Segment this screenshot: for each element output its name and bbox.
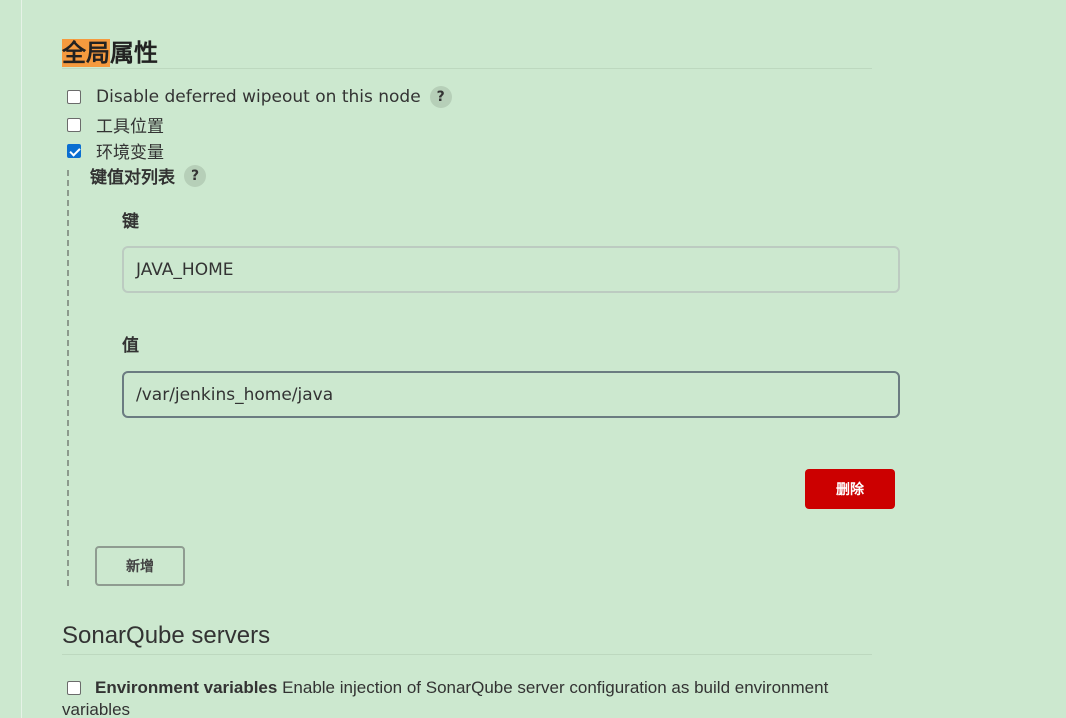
option-environment-variables[interactable]: 环境变量 [67, 138, 164, 163]
config-page: 全局属性 Disable deferred wipeout on this no… [0, 0, 1066, 718]
option-tool-locations[interactable]: 工具位置 [67, 112, 164, 137]
disable-wipeout-checkbox[interactable] [67, 90, 81, 104]
sonarqube-env-variables-option[interactable]: Environment variables Enable injection o… [67, 675, 867, 700]
sonarqube-divider [62, 654, 872, 655]
key-input[interactable]: JAVA_HOME [122, 246, 900, 293]
value-input[interactable]: /var/jenkins_home/java [122, 371, 900, 418]
section-divider [62, 68, 872, 69]
env-variables-label: Environment variables [95, 678, 278, 697]
section-title-sonarqube: SonarQube servers [62, 622, 271, 649]
kv-list-label: 键值对列表 [90, 168, 175, 188]
value-label: 值 [122, 336, 139, 356]
title-highlight: 全局 [62, 39, 110, 67]
help-icon[interactable]: ? [429, 86, 452, 108]
kv-list-heading: 键值对列表 ? [90, 163, 206, 188]
section-title-global-properties: 全局属性 [62, 33, 158, 68]
title-rest: 属性 [110, 39, 158, 67]
sonarqube-env-checkbox[interactable] [67, 681, 81, 695]
option-disable-deferred-wipeout[interactable]: Disable deferred wipeout on this node ? [67, 86, 452, 108]
add-button[interactable]: 新增 [95, 546, 185, 586]
tool-locations-label: 工具位置 [96, 117, 164, 137]
tool-locations-checkbox[interactable] [67, 117, 81, 132]
disable-wipeout-label: Disable deferred wipeout on this node [96, 87, 421, 107]
environment-variables-label: 环境变量 [96, 143, 164, 163]
environment-variables-checkbox[interactable] [67, 143, 81, 158]
env-variables-description: Enable injection of SonarQube server con… [282, 678, 829, 697]
left-border [21, 0, 22, 718]
nested-section-indicator [67, 170, 69, 586]
key-label: 键 [122, 212, 139, 232]
kv-help-icon[interactable]: ? [184, 164, 206, 187]
env-variables-description-wrap: variables [62, 700, 131, 718]
delete-button[interactable]: 删除 [805, 469, 895, 509]
